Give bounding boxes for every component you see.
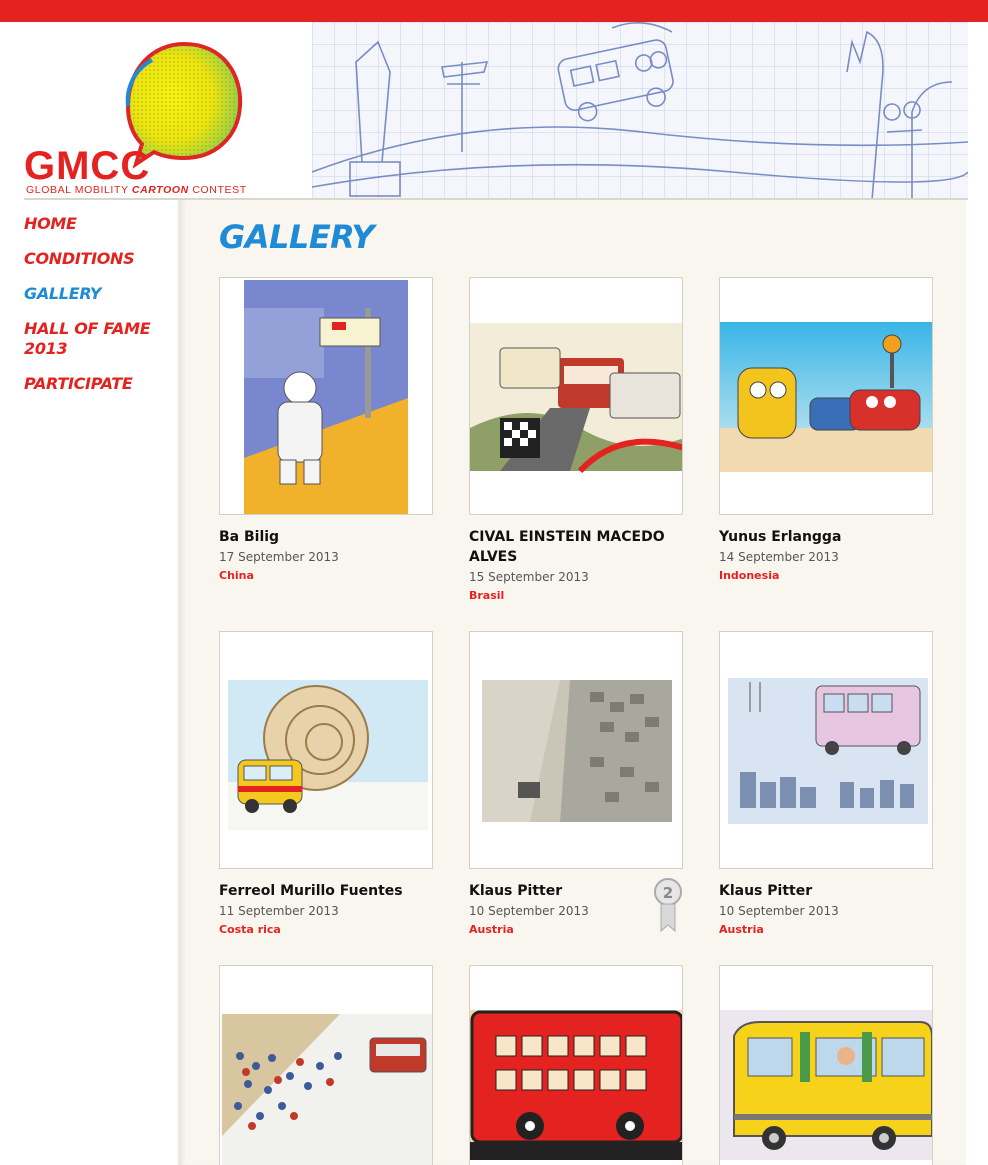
cartoon-thumbnail[interactable]: [219, 965, 433, 1165]
svg-text:2: 2: [663, 884, 673, 902]
logo-wordmark: GMCC: [24, 144, 151, 188]
gallery-card: Yunus Erlangga 14 September 2013 Indones…: [719, 277, 933, 585]
logo-subtitle-post: CONTEST: [192, 184, 247, 196]
main-nav: HOME CONDITIONS GALLERY HALL OF FAME 201…: [24, 214, 174, 409]
gallery-card: Klaus Pitter 10 September 2013 Austria: [719, 631, 933, 939]
cartoon-traffic-jam-image: [482, 680, 672, 822]
sketch-drawing: [312, 22, 968, 200]
cartoon-thumbnail[interactable]: [719, 965, 933, 1165]
page-title: GALLERY: [219, 218, 375, 256]
cartoon-thumbnail[interactable]: [219, 631, 433, 869]
artist-name[interactable]: Ba Bilig: [219, 527, 433, 547]
cartoon-thumbnail[interactable]: [719, 277, 933, 515]
artist-name[interactable]: CIVAL EINSTEIN MACEDO ALVES: [469, 527, 683, 567]
nav-item-home[interactable]: HOME: [24, 214, 174, 234]
artist-name[interactable]: Yunus Erlangga: [719, 527, 933, 547]
nav-item-hall-of-fame[interactable]: HALL OF FAME 2013: [24, 319, 174, 359]
artist-country: Indonesia: [719, 569, 780, 582]
cartoon-thumbnail[interactable]: [469, 631, 683, 869]
gallery-card: Klaus Pitter 10 September 2013 Austria 2: [469, 631, 683, 939]
submission-date: 11 September 2013: [219, 904, 339, 918]
artist-country: Austria: [469, 923, 514, 936]
cartoon-snail-bus-image: [228, 680, 428, 830]
artist-country: Costa rica: [219, 923, 281, 936]
cartoon-thumbnail[interactable]: [219, 277, 433, 515]
artist-country: China: [219, 569, 254, 582]
gallery-card: [219, 965, 433, 1165]
submission-date: 14 September 2013: [719, 550, 839, 564]
nav-item-participate[interactable]: PARTICIPATE: [24, 374, 174, 394]
cartoon-astronaut-image: [244, 280, 408, 514]
cartoon-cars-image: [720, 322, 932, 472]
artist-name[interactable]: Klaus Pitter: [469, 881, 683, 901]
gallery-card: Ba Bilig 17 September 2013 China: [219, 277, 433, 585]
top-red-strip: [0, 0, 988, 24]
award-2nd-icon: 2: [654, 878, 682, 933]
logo-subtitle-pre: GLOBAL MOBILITY: [26, 184, 129, 196]
gallery-card: [719, 965, 933, 1165]
artist-name[interactable]: Klaus Pitter: [719, 881, 933, 901]
submission-date: 15 September 2013: [469, 570, 589, 584]
cartoon-yellow-bus-image: [720, 1010, 932, 1160]
artist-country: Brasil: [469, 589, 505, 602]
cartoon-double-decker-image: [470, 1010, 682, 1160]
submission-date: 10 September 2013: [719, 904, 839, 918]
artist-country: Austria: [719, 923, 764, 936]
cartoon-thumbnail[interactable]: [719, 631, 933, 869]
submission-date: 10 September 2013: [469, 904, 589, 918]
gallery-panel: GALLERY Ba Bilig 17 September 2013 China: [178, 200, 966, 1165]
logo-subtitle: GLOBAL MOBILITY CARTOON CONTEST: [26, 184, 247, 196]
cartoon-thumbnail[interactable]: [469, 965, 683, 1165]
gallery-card: [469, 965, 683, 1165]
gallery-card: CIVAL EINSTEIN MACEDO ALVES 15 September…: [469, 277, 683, 605]
header-sketch-illustration: [312, 22, 968, 200]
cartoon-bus-race-image: [470, 323, 682, 474]
nav-item-gallery[interactable]: GALLERY: [24, 284, 174, 304]
logo-subtitle-bold: CARTOON: [131, 184, 189, 196]
nav-item-conditions[interactable]: CONDITIONS: [24, 249, 174, 269]
cartoon-thumbnail[interactable]: [469, 277, 683, 515]
cartoon-office-bus-image: [728, 678, 928, 824]
gallery-card: Ferreol Murillo Fuentes 11 September 201…: [219, 631, 433, 939]
artist-name[interactable]: Ferreol Murillo Fuentes: [219, 881, 433, 901]
submission-date: 17 September 2013: [219, 550, 339, 564]
gmcc-logo[interactable]: GMCC GLOBAL MOBILITY CARTOON CONTEST: [24, 40, 264, 196]
cartoon-crowd-bus-image: [222, 1014, 432, 1165]
site-header: GMCC GLOBAL MOBILITY CARTOON CONTEST: [24, 22, 968, 200]
